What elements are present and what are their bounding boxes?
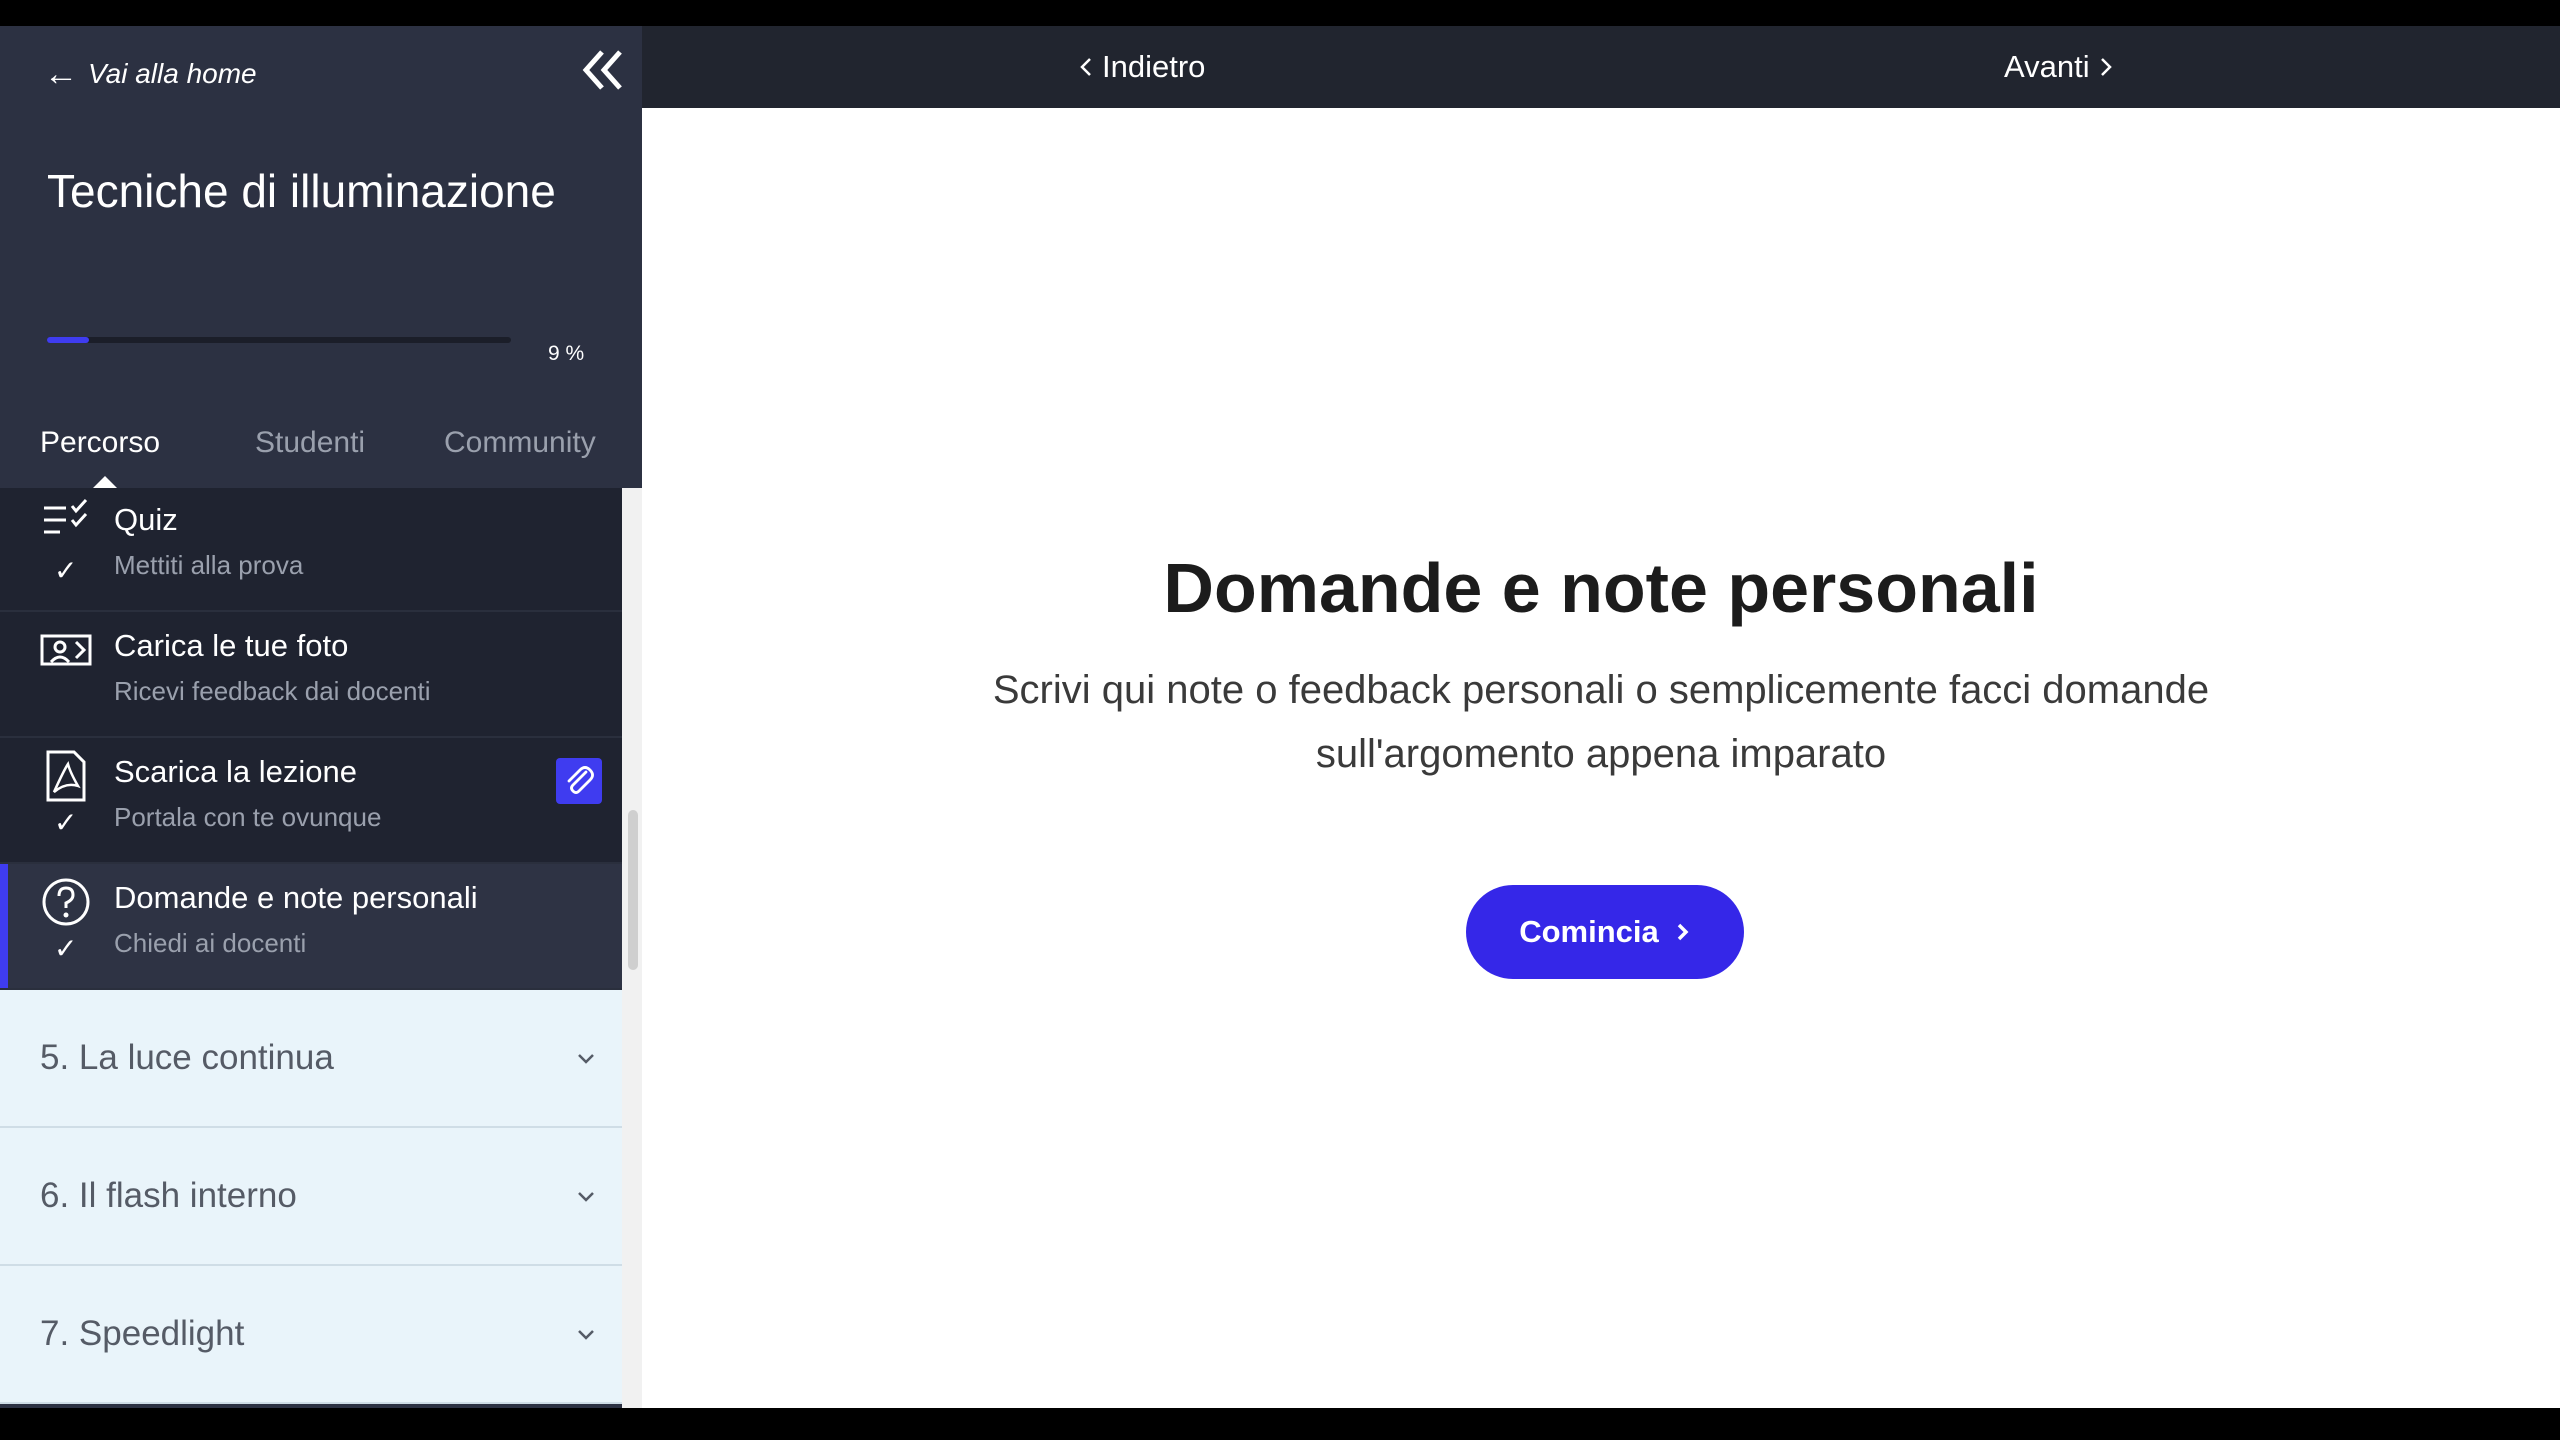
module-5-luce-continua[interactable]: 5. La luce continua [0,990,622,1128]
lesson-title: Domande e note personali [114,880,478,915]
lesson-heading: Domande e note personali [1163,549,2039,627]
lesson-subtitle: Chiedi ai docenti [114,928,307,958]
double-chevron-left-icon [582,50,622,90]
question-circle-icon [42,878,90,926]
chevron-right-icon [1677,923,1689,941]
lesson-item-carica-foto[interactable]: Carica le tue foto Ricevi feedback dai d… [0,612,622,738]
sidebar: ← Vai alla home Tecniche di illuminazion… [0,26,642,1408]
sidebar-scrollbar[interactable] [622,488,642,1408]
course-progress-bar [47,337,511,343]
arrow-left-icon: ← [44,55,78,93]
chevron-down-icon [578,1192,594,1202]
back-home-link[interactable]: ← Vai alla home [44,46,257,102]
lesson-title: Scarica la lezione [114,754,357,789]
scrollbar-thumb[interactable] [628,810,638,970]
sidebar-header: ← Vai alla home Tecniche di illuminazion… [0,26,642,488]
chevron-down-icon [578,1054,594,1064]
next-button[interactable]: Avanti [2004,26,2114,108]
collapse-sidebar-button[interactable] [578,46,626,94]
course-progress-fill [47,337,89,343]
module-6-flash-interno[interactable]: 6. Il flash interno [0,1128,622,1266]
module-7-speedlight[interactable]: 7. Speedlight [0,1266,622,1404]
lesson-item-scarica-lezione[interactable]: ✓ Scarica la lezione Portala con te ovun… [0,738,622,864]
lesson-item-domande-note[interactable]: ✓ Domande e note personali Chiedi ai doc… [0,864,622,990]
completed-check-icon: ✓ [54,806,78,839]
paperclip-icon [567,766,594,794]
lesson-subtitle: Mettiti alla prova [114,550,304,580]
attachment-button[interactable] [556,758,602,804]
chevron-right-icon [2100,58,2112,76]
next-label: Avanti [2004,49,2090,84]
start-button-label: Comincia [1519,914,1659,949]
completed-check-icon: ✓ [54,932,78,965]
course-progress-label: 9 % [548,342,585,365]
lesson-item-quiz[interactable]: ✓ Quiz Mettiti alla prova [0,488,622,612]
course-title: Tecniche di illuminazione [47,165,556,217]
lesson-subtitle: Portala con te ovunque [114,802,382,832]
active-tab-indicator [93,476,117,488]
chevron-left-icon [1080,58,1091,76]
lesson-title: Quiz [114,502,178,537]
tab-percorso[interactable]: Percorso [40,426,160,460]
lesson-list: ✓ Quiz Mettiti alla prova Carica le tue … [0,488,622,1408]
back-home-label: Vai alla home [88,58,257,89]
completed-check-icon: ✓ [54,554,78,587]
lesson-description: Scrivi qui note o feedback personali o s… [992,668,2210,776]
chevron-down-icon [578,1330,594,1340]
lesson-title: Carica le tue foto [114,628,349,663]
lesson-subtitle: Ricevi feedback dai docenti [114,676,431,706]
start-button[interactable]: Comincia [1466,885,1744,979]
id-card-icon [40,634,92,666]
module-title: 6. Il flash interno [40,1176,297,1215]
app-frame: ← Vai alla home Tecniche di illuminazion… [0,26,2560,1408]
prev-label: Indietro [1102,49,1206,84]
prev-button[interactable]: Indietro [1078,26,1205,108]
module-title: 7. Speedlight [40,1314,245,1353]
pdf-icon [46,750,86,802]
checklist-icon [44,498,88,534]
module-title: 5. La luce continua [40,1038,334,1077]
lesson-nav-bar: Indietro Avanti [642,26,2560,108]
active-lesson-indicator [0,864,8,988]
tab-studenti[interactable]: Studenti [255,426,365,460]
tab-community[interactable]: Community [444,426,596,460]
lesson-content: Domande e note personali Scrivi qui note… [642,108,2560,1408]
